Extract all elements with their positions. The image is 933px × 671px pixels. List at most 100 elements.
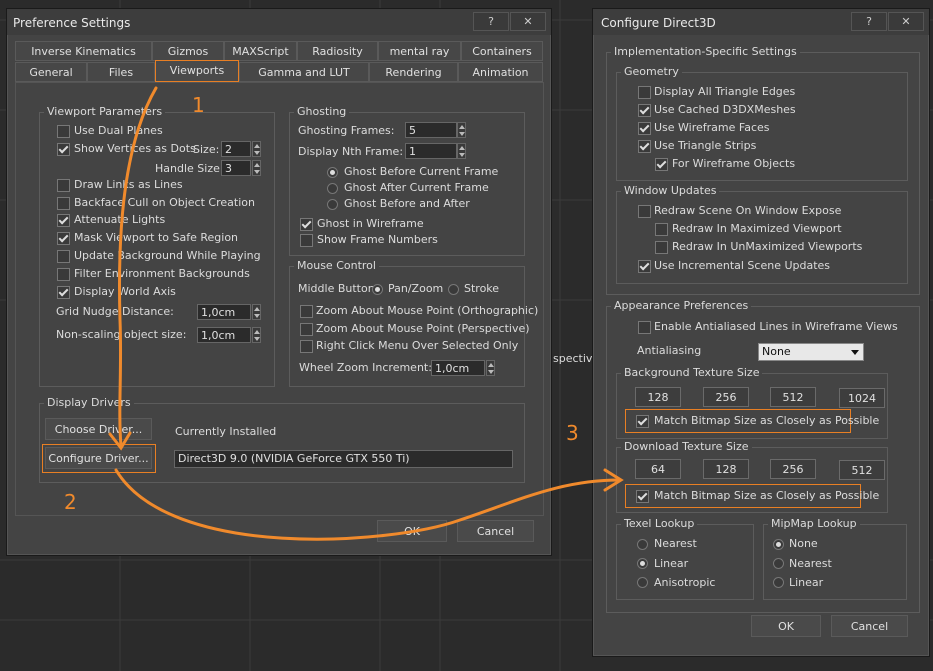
- ghosting-frames-spinner[interactable]: [457, 122, 466, 138]
- zoom-ortho-checkbox[interactable]: [300, 305, 313, 318]
- preference-settings-dialog: Preference Settings ? ✕ Inverse Kinemati…: [6, 8, 552, 556]
- draw-links-checkbox[interactable]: [57, 179, 70, 192]
- cancel-button[interactable]: Cancel: [831, 615, 908, 637]
- wireframe-faces-checkbox[interactable]: [638, 122, 651, 135]
- size-spinner[interactable]: [252, 141, 261, 157]
- group-label: Geometry: [621, 65, 682, 78]
- title-bar[interactable]: Preference Settings ? ✕: [7, 9, 551, 35]
- group-label: Appearance Preferences: [611, 299, 752, 312]
- cancel-button[interactable]: Cancel: [457, 520, 534, 542]
- bg-match-label: Match Bitmap Size as Closely as Possible: [654, 414, 880, 427]
- tab-inverse-kinematics[interactable]: Inverse Kinematics: [15, 41, 152, 61]
- tab-mental-ray[interactable]: mental ray: [378, 41, 461, 61]
- close-button[interactable]: ✕: [888, 12, 924, 31]
- mip-nearest-radio[interactable]: [773, 558, 784, 569]
- triangle-strips-checkbox[interactable]: [638, 140, 651, 153]
- stroke-radio[interactable]: [448, 284, 459, 295]
- right-click-checkbox[interactable]: [300, 340, 313, 353]
- dialog-title: Configure Direct3D: [601, 16, 716, 30]
- redraw-maximized-checkbox[interactable]: [655, 223, 668, 236]
- nonscaling-field[interactable]: 1,0cm: [197, 327, 251, 343]
- cached-meshes-label: Use Cached D3DXMeshes: [654, 103, 796, 116]
- configure-driver-highlight: [42, 444, 156, 473]
- ghost-before-radio[interactable]: [327, 167, 338, 178]
- size-field[interactable]: 2: [221, 141, 251, 157]
- redraw-expose-checkbox[interactable]: [638, 205, 651, 218]
- for-wireframe-checkbox[interactable]: [655, 158, 668, 171]
- mask-viewport-checkbox[interactable]: [57, 232, 70, 245]
- nth-frame-spinner[interactable]: [457, 143, 466, 159]
- ghost-wireframe-checkbox[interactable]: [300, 218, 313, 231]
- zoom-persp-checkbox[interactable]: [300, 323, 313, 336]
- filter-env-label: Filter Environment Backgrounds: [74, 267, 250, 280]
- display-world-checkbox[interactable]: [57, 286, 70, 299]
- ok-button[interactable]: OK: [377, 520, 447, 542]
- currently-installed-label: Currently Installed: [175, 425, 277, 438]
- texel-anisotropic-radio[interactable]: [637, 577, 648, 588]
- dl-size-256[interactable]: 256: [770, 459, 816, 479]
- help-button[interactable]: ?: [473, 12, 509, 31]
- incremental-updates-checkbox[interactable]: [638, 260, 651, 273]
- frame-numbers-checkbox[interactable]: [300, 234, 313, 247]
- tab-animation[interactable]: Animation: [458, 62, 543, 82]
- antialiased-lines-checkbox[interactable]: [638, 321, 651, 334]
- dl-size-64[interactable]: 64: [635, 459, 681, 479]
- ghost-after-radio[interactable]: [327, 183, 338, 194]
- tab-files[interactable]: Files: [87, 62, 155, 82]
- dual-planes-checkbox[interactable]: [57, 125, 70, 138]
- antialiasing-select[interactable]: None: [758, 343, 864, 361]
- title-bar[interactable]: Configure Direct3D ? ✕: [593, 9, 929, 35]
- bg-size-128[interactable]: 128: [635, 387, 681, 407]
- pan-zoom-radio[interactable]: [372, 284, 383, 295]
- texel-linear-radio[interactable]: [637, 558, 648, 569]
- ghosting-frames-field[interactable]: 5: [405, 122, 457, 138]
- dl-match-label: Match Bitmap Size as Closely as Possible: [654, 489, 880, 502]
- grid-nudge-field[interactable]: 1,0cm: [197, 304, 251, 320]
- choose-driver-button[interactable]: Choose Driver...: [45, 418, 152, 440]
- texel-nearest-radio[interactable]: [637, 539, 648, 550]
- show-vertices-checkbox[interactable]: [57, 143, 70, 156]
- step-2-label: 2: [64, 490, 77, 514]
- backface-checkbox[interactable]: [57, 197, 70, 210]
- help-button[interactable]: ?: [851, 12, 887, 31]
- ghost-both-radio[interactable]: [327, 199, 338, 210]
- handle-size-spinner[interactable]: [252, 160, 261, 176]
- handle-size-field[interactable]: 3: [221, 160, 251, 176]
- nth-frame-field[interactable]: 1: [405, 143, 457, 159]
- tab-general[interactable]: General: [15, 62, 87, 82]
- wheel-zoom-spinner[interactable]: [486, 360, 495, 376]
- update-bg-checkbox[interactable]: [57, 250, 70, 263]
- dual-planes-label: Use Dual Planes: [74, 124, 163, 137]
- tab-viewports[interactable]: Viewports: [155, 60, 239, 82]
- bg-size-256[interactable]: 256: [703, 387, 749, 407]
- filter-env-checkbox[interactable]: [57, 268, 70, 281]
- dl-size-512[interactable]: 512: [839, 460, 885, 480]
- bg-size-512[interactable]: 512: [770, 387, 816, 407]
- tab-maxscript[interactable]: MAXScript: [224, 41, 297, 61]
- nonscaling-spinner[interactable]: [252, 327, 261, 343]
- mip-none-radio[interactable]: [773, 539, 784, 550]
- attenuate-checkbox[interactable]: [57, 214, 70, 227]
- texel-nearest-label: Nearest: [654, 537, 697, 550]
- tab-rendering[interactable]: Rendering: [369, 62, 458, 82]
- antialiasing-label: Antialiasing: [637, 344, 702, 357]
- dl-match-checkbox[interactable]: [636, 490, 649, 503]
- tab-gizmos[interactable]: Gizmos: [152, 41, 224, 61]
- bg-match-checkbox[interactable]: [636, 415, 649, 428]
- redraw-expose-label: Redraw Scene On Window Expose: [654, 204, 842, 217]
- dl-size-128[interactable]: 128: [703, 459, 749, 479]
- cached-meshes-checkbox[interactable]: [638, 104, 651, 117]
- for-wireframe-label: For Wireframe Objects: [672, 157, 796, 170]
- wheel-zoom-field[interactable]: 1,0cm: [431, 360, 485, 376]
- tab-radiosity[interactable]: Radiosity: [297, 41, 378, 61]
- mip-linear-radio[interactable]: [773, 577, 784, 588]
- tab-containers[interactable]: Containers: [461, 41, 543, 61]
- mask-viewport-label: Mask Viewport to Safe Region: [74, 231, 239, 244]
- tab-gamma-and-lut[interactable]: Gamma and LUT: [239, 62, 369, 82]
- bg-size-1024[interactable]: 1024: [839, 388, 885, 408]
- grid-nudge-spinner[interactable]: [252, 304, 261, 320]
- close-button[interactable]: ✕: [510, 12, 546, 31]
- ok-button[interactable]: OK: [751, 615, 821, 637]
- redraw-unmaximized-checkbox[interactable]: [655, 241, 668, 254]
- display-all-edges-checkbox[interactable]: [638, 86, 651, 99]
